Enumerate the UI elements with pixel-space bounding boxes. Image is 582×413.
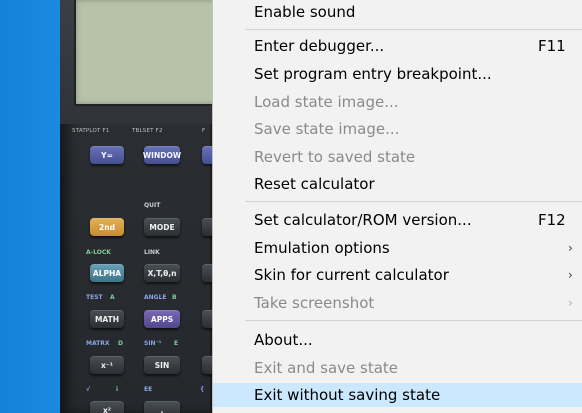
context-menu: Enable sound Enter debugger... F11 Set p…	[212, 0, 582, 413]
menu-item-label: Exit and save state	[254, 359, 399, 377]
sublabel-ee: EE	[144, 386, 153, 393]
menu-item-label: Save state image...	[254, 120, 400, 138]
sublabel-angle: ANGLE	[144, 294, 167, 301]
key-stat-partial[interactable]	[202, 264, 212, 282]
menu-item-label: Revert to saved state	[254, 148, 416, 166]
key-math[interactable]: MATH	[90, 310, 124, 328]
sublabel-a: A	[110, 294, 115, 301]
sublabel-quit: QUIT	[144, 202, 161, 209]
menu-item-label: Take screenshot	[254, 294, 375, 312]
menu-item-about[interactable]: About...	[213, 328, 582, 352]
key-x-squared[interactable]: x²	[90, 401, 124, 413]
menu-item-emulation-options[interactable]: Emulation options ›	[213, 236, 582, 260]
desktop-background	[0, 0, 60, 413]
key-y-equals[interactable]: Y=	[90, 146, 124, 164]
key-apps[interactable]: APPS	[144, 310, 180, 328]
sublabel-e: E	[174, 340, 179, 347]
key-2nd[interactable]: 2nd	[90, 218, 124, 236]
menu-item-save-state-image: Save state image...	[213, 117, 582, 141]
menu-item-reset-calculator[interactable]: Reset calculator	[213, 172, 582, 196]
fn-label-format: F	[202, 128, 206, 134]
menu-item-exit-without-saving[interactable]: Exit without saving state	[213, 383, 582, 407]
menu-item-load-state-image: Load state image...	[213, 90, 582, 114]
calculator-skin[interactable]: STATPLOT F1 TBLSET F2 F Y= WINDOW QUIT 2…	[60, 0, 212, 413]
menu-item-exit-save-state: Exit and save state	[213, 356, 582, 380]
menu-item-label: Enable sound	[254, 3, 356, 21]
key-cos-partial[interactable]	[202, 356, 212, 374]
menu-item-enter-debugger[interactable]: Enter debugger... F11	[213, 34, 582, 58]
key-comma[interactable]: ,	[144, 401, 180, 413]
menu-item-label: Exit without saving state	[254, 386, 441, 404]
chevron-right-icon: ›	[568, 268, 573, 282]
menu-item-shortcut: F12	[538, 211, 566, 229]
sublabel-test: TEST	[86, 294, 103, 301]
menu-item-label: Reset calculator	[254, 175, 375, 193]
menu-item-take-screenshot: Take screenshot ›	[213, 291, 582, 315]
menu-item-revert-saved-state: Revert to saved state	[213, 145, 582, 169]
key-zoom-partial[interactable]	[202, 146, 212, 164]
menu-item-set-breakpoint[interactable]: Set program entry breakpoint...	[213, 62, 582, 86]
key-del-partial[interactable]	[202, 218, 212, 236]
key-prgm-partial[interactable]	[202, 310, 212, 328]
key-window[interactable]: WINDOW	[143, 146, 181, 164]
key-sin[interactable]: SIN	[144, 356, 180, 374]
sublabel-i: i	[116, 386, 119, 393]
fn-label-statplot: STATPLOT F1	[72, 128, 110, 134]
calculator-lcd	[74, 0, 212, 106]
chevron-right-icon: ›	[568, 296, 573, 310]
menu-item-label: Set calculator/ROM version...	[254, 211, 472, 229]
key-x-inverse[interactable]: x⁻¹	[90, 356, 124, 374]
menu-item-label: Emulation options	[254, 239, 390, 257]
sublabel-link: LINK	[144, 249, 160, 256]
key-xton[interactable]: X,T,θ,n	[144, 264, 180, 282]
menu-item-skin[interactable]: Skin for current calculator ›	[213, 263, 582, 287]
menu-item-label: Set program entry breakpoint...	[254, 65, 492, 83]
key-mode[interactable]: MODE	[144, 218, 180, 236]
menu-item-label: Skin for current calculator	[254, 266, 449, 284]
sublabel-sin-inv: SIN⁻¹	[144, 340, 162, 347]
menu-item-set-rom-version[interactable]: Set calculator/ROM version... F12	[213, 208, 582, 232]
sublabel-alock: A-LOCK	[86, 249, 111, 256]
menu-item-label: Enter debugger...	[254, 37, 385, 55]
menu-separator	[245, 201, 582, 202]
menu-separator	[245, 29, 582, 30]
menu-separator	[245, 320, 582, 321]
sublabel-b: B	[172, 294, 177, 301]
menu-item-shortcut: F11	[538, 37, 566, 55]
sublabel-brace: {	[200, 386, 205, 393]
menu-item-label: Load state image...	[254, 93, 399, 111]
sublabel-d: D	[118, 340, 123, 347]
key-alpha[interactable]: ALPHA	[90, 264, 124, 282]
fn-label-tblset: TBLSET F2	[132, 128, 163, 134]
sublabel-sqrt: √	[86, 386, 91, 393]
sublabel-matrx: MATRX	[86, 340, 110, 347]
function-labels: STATPLOT F1 TBLSET F2 F	[60, 128, 212, 138]
menu-item-enable-sound[interactable]: Enable sound	[213, 0, 582, 24]
menu-item-label: About...	[254, 331, 313, 349]
chevron-right-icon: ›	[568, 241, 573, 255]
